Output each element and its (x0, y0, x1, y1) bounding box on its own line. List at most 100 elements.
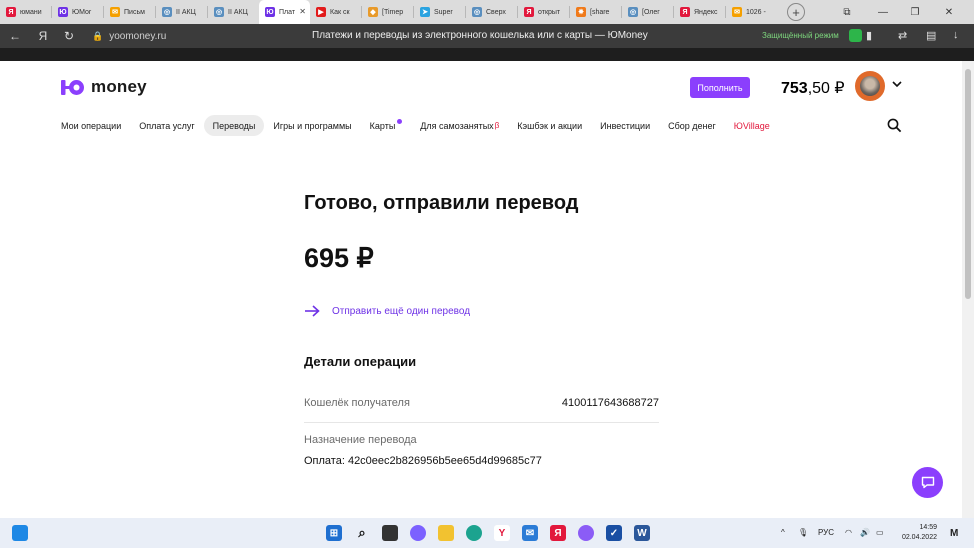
yandex-browser-icon[interactable]: Y (494, 525, 510, 541)
clock[interactable]: 14:59 02.04.2022 (889, 523, 937, 543)
browser-tab[interactable]: ◆ [Timep (362, 0, 413, 24)
tray-chevron-icon[interactable]: ^ (781, 528, 785, 537)
page-scrollbar[interactable] (962, 61, 974, 518)
tab-favicon-icon: Ю (58, 7, 68, 17)
nav-item[interactable]: Переводы (203, 115, 265, 136)
widgets-icon[interactable] (12, 525, 28, 541)
tab-label: Письм (124, 8, 145, 16)
restore-button[interactable]: ❐ (900, 0, 930, 24)
avatar-image (860, 76, 880, 96)
url-text: yoomoney.ru (109, 31, 167, 42)
tab-label: 1026 - (746, 8, 766, 16)
browser-tab[interactable]: ◎ Сверх (466, 0, 517, 24)
browser-tab[interactable]: ◎ II АКЦ (208, 0, 259, 24)
notifications-icon[interactable]: M (950, 528, 958, 539)
arrow-right-icon (305, 305, 320, 317)
tab-manager-icon[interactable]: ⧉ (832, 0, 862, 24)
browser-tab[interactable]: Я Яндекс (674, 0, 725, 24)
purpose-label: Назначение перевода (304, 434, 417, 446)
nav-item[interactable]: Кэшбэк и акции (508, 115, 591, 136)
browser-tab[interactable]: Яоткрыт (518, 0, 569, 24)
nav-item[interactable]: Сбор денег (659, 115, 725, 136)
tab-label: открыт (538, 8, 561, 16)
balance[interactable]: 753,50 ₽ (781, 78, 845, 98)
browser-tab[interactable]: ✉ 1026 - (726, 0, 777, 24)
address-bar: ← Я ↻ 🔒 yoomoney.ru Платежи и переводы и… (0, 24, 974, 48)
browser-tab[interactable]: Ю ЮМоr (52, 0, 103, 24)
alice-icon[interactable] (578, 525, 594, 541)
language-indicator[interactable]: РУС (818, 528, 834, 537)
chevron-down-icon[interactable] (892, 80, 902, 91)
scrollbar-thumb[interactable] (965, 69, 971, 299)
chat-app-icon[interactable] (410, 525, 426, 541)
tab-label: [Олег (642, 8, 660, 16)
download-icon[interactable]: ↓ (953, 29, 959, 41)
browser-tab[interactable]: ▶ Как ск (310, 0, 361, 24)
nav-item-label: Игры и программы (273, 120, 352, 131)
tab-label: Яндекс (694, 8, 718, 16)
security-app-icon[interactable]: ✓ (606, 525, 622, 541)
nav-item[interactable]: Карты (361, 115, 412, 136)
nav-item-label: Оплата услуг (139, 120, 195, 131)
bookmark-icon[interactable]: ▮ (866, 29, 872, 42)
support-chat-button[interactable] (912, 467, 943, 498)
nav-item[interactable]: Оплата услуг (130, 115, 203, 136)
send-another-link[interactable]: Отправить ещё один перевод (304, 305, 470, 317)
volume-icon[interactable]: 🔊 (860, 528, 870, 537)
nav-item[interactable]: ЮVillage (725, 115, 779, 136)
nav-item[interactable]: Мои операции (52, 115, 130, 136)
reload-icon[interactable]: ↻ (58, 24, 80, 48)
new-tab-button[interactable]: + (787, 3, 805, 21)
protect-icon[interactable] (849, 29, 862, 42)
task-view-icon[interactable] (382, 525, 398, 541)
send-another-label: Отправить ещё один перевод (332, 305, 471, 317)
nav-item-label: Сбор денег (668, 120, 716, 131)
details-title: Детали операции (304, 354, 417, 369)
yoomoney-logo[interactable]: money (61, 77, 147, 97)
tab-favicon-icon: Ю (265, 7, 275, 17)
browser-tab[interactable]: ◎ II АКЦ (156, 0, 207, 24)
url-field[interactable]: 🔒 yoomoney.ru (92, 28, 166, 45)
tab-favicon-icon: ▶ (316, 7, 326, 17)
tab-label: юмани (20, 8, 42, 16)
tab-favicon-icon: ➤ (420, 7, 430, 17)
windows-taskbar: ⊞ ⌕ Y ✉ Я ✓ W ^ 🎙 РУС ◠ 🔊 ▭ 14:59 02.04.… (0, 518, 974, 548)
yandex-icon[interactable]: Я (32, 24, 54, 48)
minimize-button[interactable]: — (868, 0, 898, 24)
avatar[interactable] (855, 71, 885, 101)
back-icon[interactable]: ← (4, 24, 26, 48)
tab-label: Как ск (330, 8, 350, 16)
browser-tab[interactable]: Ю Плат ✕ (259, 0, 310, 24)
browser-tab[interactable]: ◎ [Олег (622, 0, 673, 24)
microphone-icon[interactable]: 🎙 (798, 528, 808, 537)
start-icon[interactable]: ⊞ (326, 525, 342, 541)
file-explorer-icon[interactable] (438, 525, 454, 541)
search-icon[interactable] (887, 118, 902, 133)
close-tab-icon[interactable]: ✕ (299, 7, 306, 16)
secure-mode-label[interactable]: Защищённый режим (762, 31, 839, 40)
translate-icon[interactable]: ⇄ (898, 29, 907, 42)
balance-frac: ,50 ₽ (807, 80, 845, 97)
word-icon[interactable]: W (634, 525, 650, 541)
search-taskbar-icon[interactable]: ⌕ (354, 525, 370, 541)
nav-item[interactable]: Инвестиции (591, 115, 659, 136)
reader-icon[interactable]: ▤ (926, 29, 936, 42)
wifi-icon[interactable]: ◠ (845, 528, 852, 537)
browser-tab[interactable]: ✸ [share (570, 0, 621, 24)
browser-tab[interactable]: ✉ Письм (104, 0, 155, 24)
nav-item[interactable]: Игры и программы (264, 115, 360, 136)
browser-tab[interactable]: ➤ Super (414, 0, 465, 24)
nav-item[interactable]: Для самозанятых β (411, 115, 508, 136)
mail-icon[interactable]: ✉ (522, 525, 538, 541)
yandex-app-icon[interactable]: Я (550, 525, 566, 541)
close-window-button[interactable]: ✕ (934, 0, 964, 24)
edge-icon[interactable] (466, 525, 482, 541)
tab-label: II АКЦ (228, 8, 248, 16)
nav-item-label: Мои операции (61, 120, 122, 131)
tab-favicon-icon: ✉ (110, 7, 120, 17)
tab-favicon-icon: Я (680, 7, 690, 17)
topup-button[interactable]: Пополнить (690, 77, 750, 98)
battery-icon[interactable]: ▭ (876, 528, 884, 537)
browser-tab[interactable]: Яюмани (0, 0, 51, 24)
page-content: money Пополнить 753,50 ₽ Мои операции Опл… (0, 61, 962, 518)
